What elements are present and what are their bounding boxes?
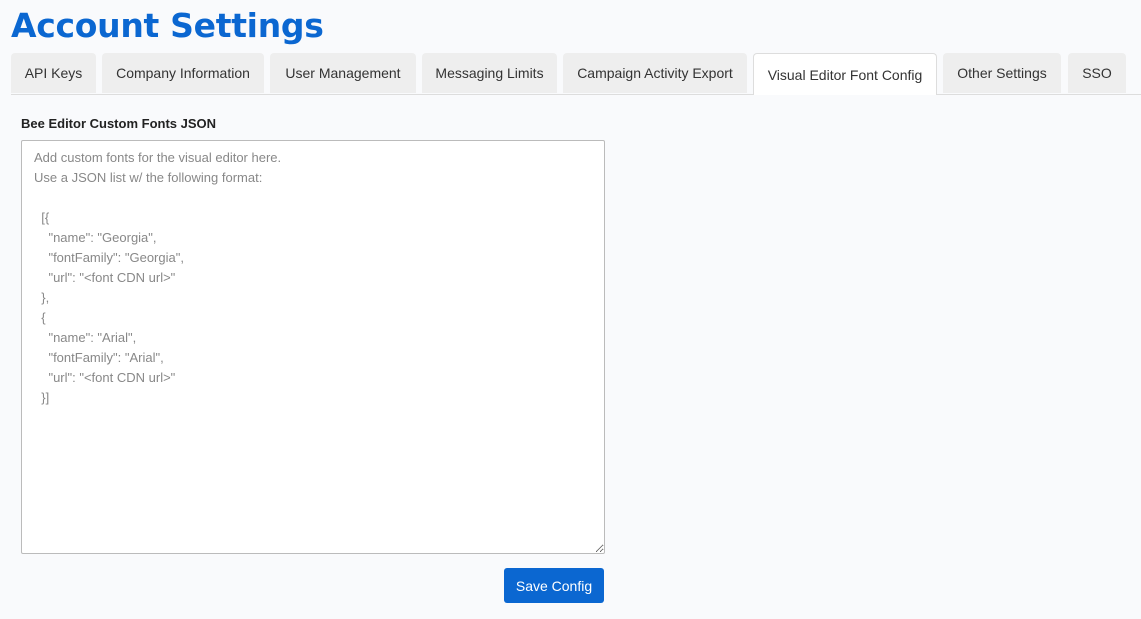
- page-title: Account Settings: [11, 6, 324, 45]
- custom-fonts-json-textarea[interactable]: [21, 140, 605, 554]
- tab-sso[interactable]: SSO: [1068, 53, 1126, 93]
- custom-fonts-json-label: Bee Editor Custom Fonts JSON: [21, 116, 217, 131]
- tab-other-settings[interactable]: Other Settings: [943, 53, 1061, 93]
- save-config-button[interactable]: Save Config: [504, 568, 604, 603]
- tab-company-information[interactable]: Company Information: [102, 53, 264, 93]
- tab-campaign-activity-export[interactable]: Campaign Activity Export: [563, 53, 747, 93]
- tab-api-keys[interactable]: API Keys: [11, 53, 96, 93]
- tab-user-management[interactable]: User Management: [270, 53, 416, 93]
- tab-messaging-limits[interactable]: Messaging Limits: [422, 53, 557, 93]
- settings-tabs: API Keys Company Information User Manage…: [11, 53, 1141, 95]
- tab-visual-editor-font-config[interactable]: Visual Editor Font Config: [753, 53, 937, 95]
